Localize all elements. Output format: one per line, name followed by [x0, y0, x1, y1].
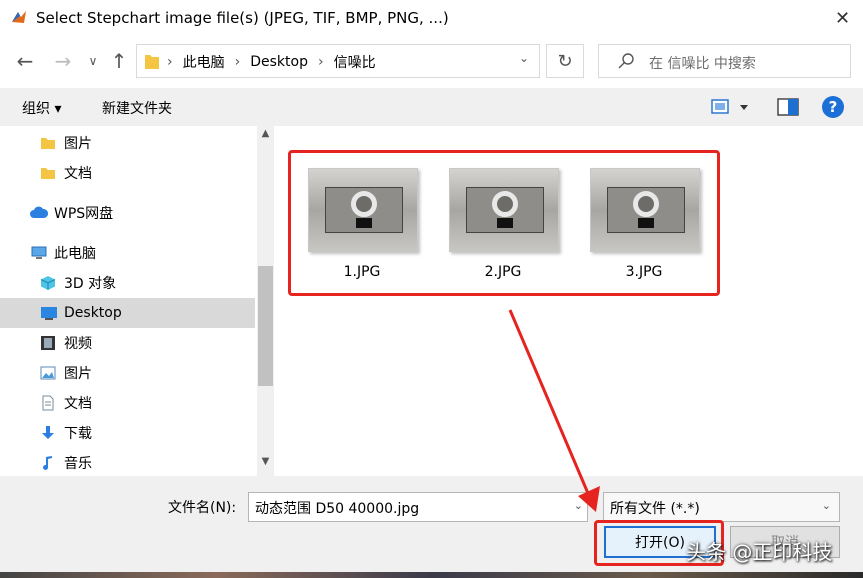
chevron-down-icon: ∨ [88, 54, 98, 68]
sidebar-item-label: 下载 [64, 426, 92, 442]
desktop-icon [40, 305, 57, 321]
close-button[interactable]: ✕ [822, 0, 863, 36]
breadcrumb: › 此电脑 › Desktop › 信噪比 [167, 52, 376, 72]
close-icon: ✕ [834, 7, 851, 29]
sidebar-item[interactable]: 下载 [0, 418, 255, 448]
sidebar-item-label: WPS网盘 [54, 206, 114, 222]
address-bar[interactable]: › 此电脑 › Desktop › 信噪比 ⌄ [136, 44, 540, 78]
preview-pane-button[interactable] [776, 96, 800, 118]
sidebar-item[interactable]: 视频 [0, 328, 255, 358]
search-icon [618, 53, 634, 69]
new-folder-button[interactable]: 新建文件夹 [102, 98, 172, 118]
search-placeholder: 在 信噪比 中搜索 [649, 56, 756, 72]
scroll-down-icon[interactable]: ▼ [258, 456, 273, 474]
scrollbar-thumb[interactable] [258, 266, 273, 386]
cube-icon [40, 275, 56, 291]
sidebar-item-label: 图片 [64, 366, 92, 382]
help-icon: ? [828, 98, 838, 116]
computer-icon [30, 245, 47, 261]
breadcrumb-separator: › [234, 54, 241, 70]
sidebar-item-label: 视频 [64, 336, 92, 352]
filename-input[interactable]: 动态范围 D50 40000.jpg ⌄ [248, 492, 588, 522]
navigation-pane: 图片 文档 WPS网盘 此电脑 3D 对象 Desktop 视频 图片 文档 下载 音乐 [0, 126, 276, 476]
sidebar-item-label: 此电脑 [54, 246, 96, 262]
watermark-text: 头条 @正印科技 [686, 540, 833, 564]
view-icon [711, 99, 748, 114]
back-button[interactable]: ← [10, 46, 40, 76]
chevron-down-icon[interactable]: ⌄ [574, 499, 583, 512]
title-bar: Select Stepchart image file(s) (JPEG, TI… [0, 0, 863, 36]
download-icon [40, 425, 56, 441]
toolbar: 组织 ▾ 新建文件夹 ? [0, 88, 863, 126]
sidebar-item[interactable]: WPS网盘 [0, 198, 255, 228]
filename-label: 文件名(N): [168, 500, 237, 516]
sidebar-item-label: 图片 [64, 136, 92, 152]
picture-icon [40, 365, 56, 381]
help-button[interactable]: ? [822, 96, 844, 118]
folder-icon [40, 135, 56, 151]
window-title: Select Stepchart image file(s) (JPEG, TI… [36, 9, 449, 27]
sidebar-item-label: 音乐 [64, 456, 92, 472]
background-strip [0, 572, 863, 578]
folder-icon [40, 165, 56, 181]
breadcrumb-item-desktop[interactable]: Desktop [250, 54, 308, 70]
breadcrumb-separator: › [167, 54, 173, 70]
refresh-icon: ↻ [557, 50, 573, 72]
recent-locations-button[interactable]: ∨ [84, 46, 102, 76]
cloud-icon [30, 205, 49, 221]
up-button[interactable]: ↑ [106, 46, 132, 76]
organize-button[interactable]: 组织 ▾ [22, 98, 61, 118]
view-options-button[interactable] [710, 96, 754, 118]
forward-arrow-icon: → [54, 49, 72, 73]
breadcrumb-item-computer[interactable]: 此电脑 [183, 52, 225, 72]
scroll-up-icon[interactable]: ▲ [258, 128, 273, 146]
music-icon [40, 455, 56, 471]
video-icon [40, 335, 56, 351]
sidebar-item[interactable]: 音乐 [0, 448, 255, 478]
files-highlight-box [288, 150, 720, 296]
sidebar-item[interactable]: Desktop [0, 298, 255, 328]
sidebar-item[interactable]: 此电脑 [0, 238, 255, 268]
sidebar-item[interactable]: 文档 [0, 158, 255, 188]
breadcrumb-separator: › [317, 54, 324, 70]
sidebar-item[interactable]: 图片 [0, 128, 255, 158]
filetype-value: 所有文件 (*.*) [610, 501, 700, 517]
back-arrow-icon: ← [16, 49, 34, 73]
breadcrumb-item-current[interactable]: 信噪比 [334, 52, 376, 72]
sidebar-item-label: 3D 对象 [64, 276, 117, 292]
preview-pane-icon [777, 98, 799, 116]
chevron-down-icon: ⌄ [821, 499, 831, 512]
sidebar-item-label: Desktop [64, 305, 122, 321]
matlab-icon [10, 8, 28, 26]
address-dropdown-icon[interactable]: ⌄ [519, 51, 529, 65]
up-arrow-icon: ↑ [110, 49, 128, 73]
sidebar-item[interactable]: 3D 对象 [0, 268, 255, 298]
forward-button[interactable]: → [48, 46, 78, 76]
search-input[interactable]: 在 信噪比 中搜索 [598, 44, 851, 78]
footer-bar: 文件名(N): 动态范围 D50 40000.jpg ⌄ 所有文件 (*.*) … [0, 476, 863, 578]
refresh-button[interactable]: ↻ [546, 44, 584, 78]
sidebar-item[interactable]: 文档 [0, 388, 255, 418]
sidebar-item[interactable]: 图片 [0, 358, 255, 388]
sidebar-item-label: 文档 [64, 396, 92, 412]
document-icon [40, 395, 56, 411]
sidebar-item-label: 文档 [64, 166, 92, 182]
filename-value: 动态范围 D50 40000.jpg [255, 501, 420, 517]
filetype-select[interactable]: 所有文件 (*.*) ⌄ [603, 492, 840, 522]
folder-icon [145, 55, 159, 69]
